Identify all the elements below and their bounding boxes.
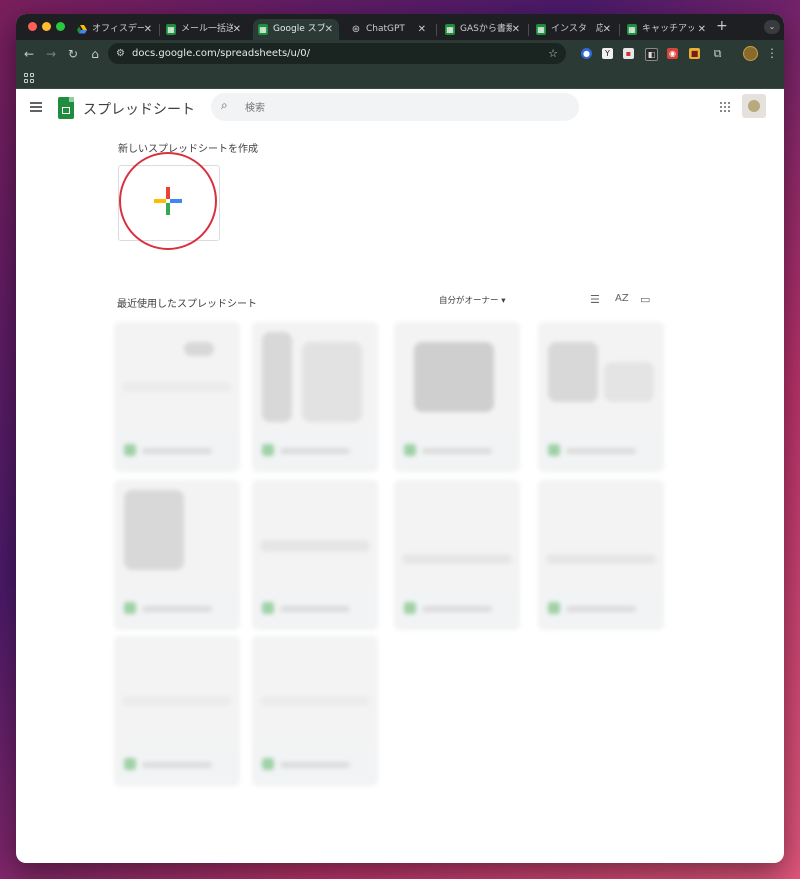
recent-spreadsheets-heading: 最近使用したスプレッドシート [117,299,257,310]
search-icon[interactable]: ⌕ [221,98,228,113]
forward-arrow-icon[interactable]: → [42,45,60,63]
minimize-window-button[interactable] [42,22,51,31]
tab-google-sheets[interactable]: ▦ Google スプレ ✕ [253,19,339,40]
extension-icon[interactable]: Y [602,48,613,59]
tab-title: キャッチアップ [642,24,694,34]
reload-icon[interactable]: ↻ [64,45,82,63]
tab-separator [528,24,529,36]
sheets-logo-icon[interactable] [58,97,74,119]
recent-doc-card[interactable] [114,322,240,472]
maximize-window-button[interactable] [56,22,65,31]
close-window-button[interactable] [28,22,37,31]
tab-close-icon[interactable]: ✕ [144,19,152,40]
tab-close-icon[interactable]: ✕ [512,19,520,40]
tab-instagram[interactable]: ▦ インスタ 応援 ✕ [531,19,617,40]
recent-doc-card[interactable] [252,636,378,786]
search-bar[interactable]: ⌕ [211,93,579,121]
extension-icon[interactable]: ▪ [623,48,634,59]
sheets-icon: ▦ [166,24,176,35]
tab-strip: オフィスデータ ✕ ▦ メール一括送信 ✕ ▦ Google スプレ ✕ ⊛ C… [16,14,784,40]
chatgpt-icon: ⊛ [351,24,361,35]
sheets-icon: ▦ [258,24,268,35]
owner-filter-dropdown[interactable]: 自分がオーナー ▾ [439,294,505,306]
sort-az-icon[interactable]: AZ [615,293,629,304]
list-view-icon[interactable]: ☰ [590,293,600,306]
folder-icon[interactable]: ▭ [640,293,650,306]
tab-separator [159,24,160,36]
extension-icon[interactable]: ◉ [667,48,678,59]
app-header: スプレッドシート ⌕ [16,89,784,127]
tab-title: インスタ 応援 [551,24,603,34]
url-text: docs.google.com/spreadsheets/u/0/ [132,48,310,59]
extension-icon[interactable]: ● [581,48,592,59]
bookmark-star-icon[interactable]: ☆ [548,43,558,64]
tab-office-data[interactable]: オフィスデータ ✕ [72,19,158,40]
tab-chatgpt[interactable]: ⊛ ChatGPT ✕ [346,19,432,40]
bookmarks-bar [16,68,784,89]
tab-close-icon[interactable]: ✕ [603,19,611,40]
main-menu-icon[interactable] [30,102,42,112]
tab-title: GASから書類作 [460,24,512,34]
highlight-circle [119,152,217,250]
sheets-icon: ▦ [445,24,455,35]
tab-close-icon[interactable]: ✕ [698,19,706,40]
new-spreadsheet-heading: 新しいスプレッドシートを作成 [118,144,258,155]
recent-doc-card[interactable] [252,322,378,472]
tab-gas-docs[interactable]: ▦ GASから書類作 ✕ [440,19,526,40]
tab-close-icon[interactable]: ✕ [418,19,426,40]
tab-close-icon[interactable]: ✕ [233,19,241,40]
tab-title: メール一括送信 [181,24,233,34]
sheets-icon: ▦ [627,24,637,35]
tab-title: ChatGPT [366,24,405,34]
address-bar[interactable]: ⚙ docs.google.com/spreadsheets/u/0/ ☆ [108,43,566,64]
site-settings-icon[interactable]: ⚙ [116,43,125,64]
extension-icon[interactable]: ■ [689,48,700,59]
app-title[interactable]: スプレッドシート [83,99,195,119]
recent-doc-card[interactable] [538,480,664,630]
tab-mail-bulk[interactable]: ▦ メール一括送信 ✕ [161,19,247,40]
tab-close-icon[interactable]: ✕ [325,19,333,40]
recent-doc-card[interactable] [252,480,378,630]
browser-toolbar: ← → ↻ ⌂ ⚙ docs.google.com/spreadsheets/u… [16,40,784,68]
apps-shortcut-icon[interactable] [24,73,34,83]
home-icon[interactable]: ⌂ [86,45,104,63]
tab-catchup[interactable]: ▦ キャッチアップ ✕ [622,19,712,40]
drive-icon [77,24,87,35]
recent-doc-card[interactable] [114,480,240,630]
more-menu-icon[interactable]: ⋮ [766,46,778,60]
recent-doc-card[interactable] [394,480,520,630]
tab-title: オフィスデータ [92,24,144,34]
google-apps-icon[interactable] [720,102,730,112]
sheets-icon: ▦ [536,24,546,35]
tab-search-icon[interactable]: ⌄ [764,20,780,34]
back-arrow-icon[interactable]: ← [20,45,38,63]
extension-icon[interactable]: ◧ [645,48,658,61]
recent-doc-card[interactable] [538,322,664,472]
recent-doc-card[interactable] [114,636,240,786]
search-input[interactable] [243,97,567,119]
recent-doc-card[interactable] [394,322,520,472]
account-avatar[interactable] [742,94,766,118]
puzzle-icon[interactable]: ⧉ [712,48,723,59]
profile-avatar-icon[interactable] [743,46,758,61]
tab-separator [436,24,437,36]
new-tab-button[interactable]: + [716,18,728,34]
tab-title: Google スプレ [273,24,325,34]
browser-window: オフィスデータ ✕ ▦ メール一括送信 ✕ ▦ Google スプレ ✕ ⊛ C… [16,14,784,863]
tab-separator [619,24,620,36]
